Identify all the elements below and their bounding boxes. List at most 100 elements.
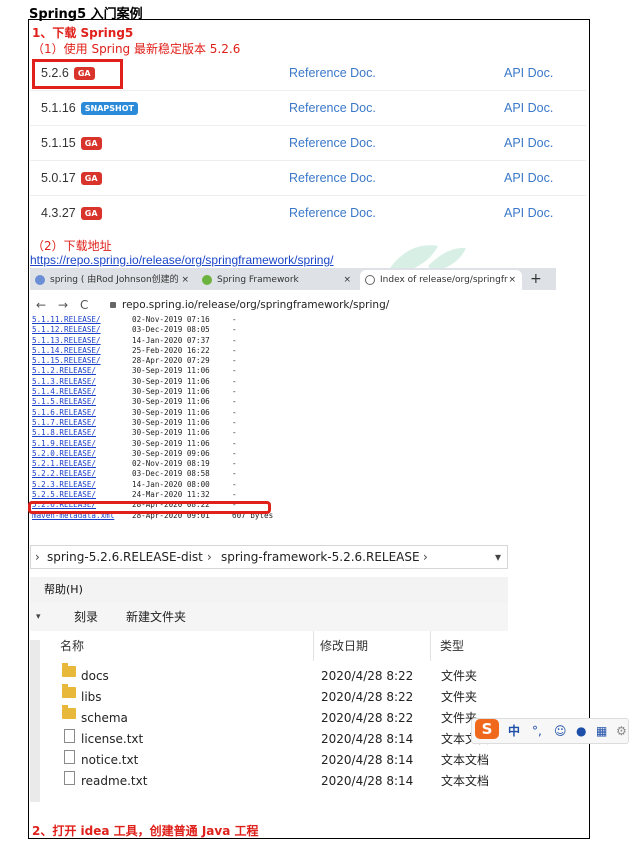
new-folder-button[interactable]: 新建文件夹 [126,603,186,631]
file-row[interactable]: schema 2020/4/28 8:22 文件夹 [30,705,508,729]
menu-help[interactable]: 帮助(H) [44,583,83,596]
version-number: 4.3.27 GA [41,206,102,220]
version-number: 5.0.17 GA [41,171,102,185]
api-doc-link[interactable]: API Doc. [504,206,553,220]
api-doc-link[interactable]: API Doc. [504,66,553,80]
list-item: 5.2.1.RELEASE/02-Nov-2019 08:19- [32,459,237,469]
version-row: 4.3.27 GA Reference Doc. API Doc. [30,196,586,231]
tab-wiki[interactable]: spring ( 由Rod Johnson创建的 × [30,270,195,290]
list-item: 5.2.3.RELEASE/14-Jan-2020 08:00- [32,479,237,489]
close-tab-icon[interactable]: × [181,270,189,290]
version-row: 5.1.16 SNAPSHOT Reference Doc. API Doc. [30,91,586,126]
address-input[interactable]: repo.spring.io/release/org/springframewo… [122,299,389,311]
chevron-down-icon[interactable]: ▾ [495,546,501,568]
tab-spring-framework[interactable]: Spring Framework × [197,270,357,290]
download-url-link[interactable]: https://repo.spring.io/release/org/sprin… [30,253,333,267]
step2-heading: 2、打开 idea 工具，创建普通 Java 工程 [32,824,259,838]
browser-window: spring ( 由Rod Johnson创建的 × Spring Framew… [30,268,556,320]
file-row[interactable]: libs 2020/4/28 8:22 文件夹 [30,684,508,708]
reference-doc-link[interactable]: Reference Doc. [289,136,376,150]
reload-icon[interactable]: C [80,298,88,312]
snapshot-badge: SNAPSHOT [80,102,138,115]
breadcrumb-framework[interactable]: spring-framework-5.2.6.RELEASE [221,546,420,568]
version-number: 5.1.15 GA [41,136,102,150]
spring-leaf-icon [202,275,212,285]
ime-punct-toggle[interactable]: °, [532,719,542,743]
ga-badge: GA [80,137,102,150]
breadcrumb-dist[interactable]: spring-5.2.6.RELEASE-dist [47,546,203,568]
list-item: 5.1.7.RELEASE/30-Sep-2019 11:06- [32,417,237,427]
globe-icon [365,275,375,285]
close-tab-icon[interactable]: × [343,270,351,290]
column-divider [313,631,314,661]
list-item: 5.1.6.RELEASE/30-Sep-2019 11:06- [32,407,237,417]
list-item: 5.1.14.RELEASE/25-Feb-2020 16:22- [32,345,237,355]
ga-badge: GA [80,207,102,220]
text-file-icon [64,750,75,764]
api-doc-link[interactable]: API Doc. [504,101,553,115]
list-item: 5.2.2.RELEASE/03-Dec-2019 08:58- [32,469,237,479]
highlight-box-version [32,59,123,89]
emoji-icon[interactable]: ☺ [554,719,567,743]
column-divider [430,631,431,661]
chevron-down-icon[interactable]: ▾ [36,603,41,631]
chevron-right-icon: › [207,550,212,564]
list-item: 5.1.9.RELEASE/30-Sep-2019 11:06- [32,438,237,448]
burn-button[interactable]: 刻录 [74,603,98,631]
version-row: 5.1.15 GA Reference Doc. API Doc. [30,126,586,161]
forward-icon[interactable]: → [58,298,68,312]
column-headers: 名称 修改日期 类型 [30,631,508,661]
file-row[interactable]: notice.txt 2020/4/28 8:14 文本文档 [30,750,508,771]
file-explorer: › spring-5.2.6.RELEASE-dist › spring-fra… [30,540,508,802]
reference-doc-link[interactable]: Reference Doc. [289,171,376,185]
file-row[interactable]: readme.txt 2020/4/28 8:14 文本文档 [30,771,508,792]
reference-doc-link[interactable]: Reference Doc. [289,101,376,115]
list-item: 5.1.5.RELEASE/30-Sep-2019 11:06- [32,397,237,407]
file-row[interactable]: docs 2020/4/28 8:22 文件夹 [30,663,508,687]
keyboard-icon[interactable]: ▦ [596,719,607,743]
chevron-right-icon: › [423,550,428,564]
list-item: 5.2.0.RELEASE/30-Sep-2019 09:06- [32,448,237,458]
back-icon[interactable]: ← [36,298,46,312]
list-item: 5.1.8.RELEASE/30-Sep-2019 11:06- [32,428,237,438]
menu-bar: 帮助(H) [30,577,508,603]
lock-icon [110,302,116,308]
settings-icon[interactable]: ⚙ [616,719,627,743]
api-doc-link[interactable]: API Doc. [504,171,553,185]
close-tab-icon[interactable]: × [508,270,516,290]
new-tab-button[interactable]: + [530,270,542,288]
folder-icon [62,705,76,719]
step1-subheading: （1）使用 Spring 最新稳定版本 5.2.6 [32,42,241,56]
folder-icon [62,663,76,677]
ime-language-toggle[interactable]: 中 [508,719,520,743]
directory-listing: 5.1.11.RELEASE/02-Nov-2019 07:16- 5.1.12… [32,315,292,521]
sogou-logo-icon[interactable]: S [475,719,499,739]
file-row[interactable]: license.txt 2020/4/28 8:14 文本文档 [30,729,508,750]
column-date[interactable]: 修改日期 [320,631,368,661]
ga-badge: GA [80,172,102,185]
list-item: 5.1.12.RELEASE/03-Dec-2019 08:05- [32,325,237,335]
api-doc-link[interactable]: API Doc. [504,136,553,150]
column-name[interactable]: 名称 [60,631,84,661]
folder-icon [62,684,76,698]
list-item: 5.1.15.RELEASE/28-Apr-2020 07:29- [32,356,237,366]
text-file-icon [64,771,75,785]
tab-index-release[interactable]: Index of release/org/springfr × [360,270,522,290]
list-item: 5.1.13.RELEASE/14-Jan-2020 07:37- [32,335,237,345]
reference-doc-link[interactable]: Reference Doc. [289,206,376,220]
microphone-icon[interactable]: ● [576,719,586,743]
text-file-icon [64,729,75,743]
list-item: 5.1.11.RELEASE/02-Nov-2019 07:16- [32,315,237,324]
step1-heading: 1、下载 Spring5 [32,26,134,40]
ime-toolbar: S 中 °, ☺ ● ▦ ⚙ [471,718,629,744]
version-row: 5.0.17 GA Reference Doc. API Doc. [30,161,586,196]
list-item: 5.1.2.RELEASE/30-Sep-2019 11:06- [32,366,237,376]
breadcrumb: › spring-5.2.6.RELEASE-dist › spring-fra… [30,545,508,569]
list-item: 5.1.3.RELEASE/30-Sep-2019 11:06- [32,376,237,386]
step1-download-subheading: （2）下载地址 [32,239,112,253]
version-number: 5.1.16 SNAPSHOT [41,101,138,115]
reference-doc-link[interactable]: Reference Doc. [289,66,376,80]
list-item: 5.1.4.RELEASE/30-Sep-2019 11:06- [32,387,237,397]
list-item: 5.2.5.RELEASE/24-Mar-2020 11:32- [32,490,237,500]
column-type[interactable]: 类型 [440,631,464,661]
